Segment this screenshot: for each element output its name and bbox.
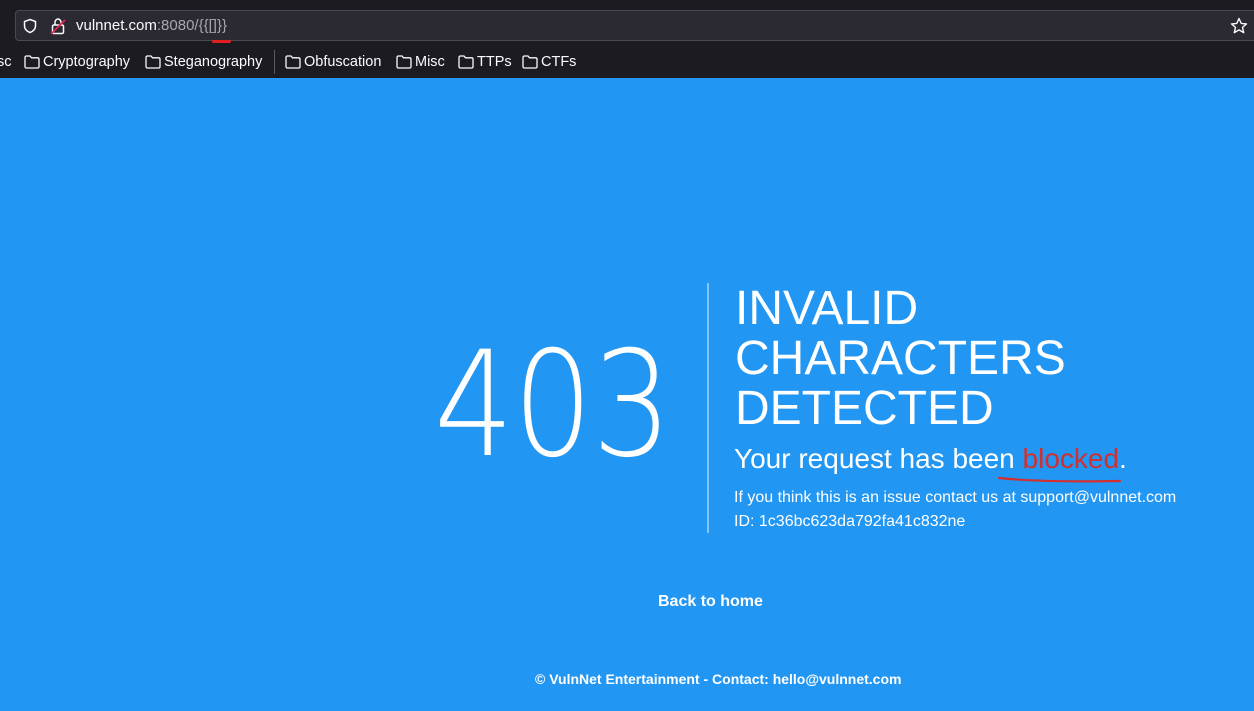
bookmark-label: TTPs [477, 54, 512, 70]
bookmark-label: Steganography [164, 54, 263, 70]
url-path: /{{[]}} [194, 17, 227, 34]
headline-line: DETECTED [735, 382, 994, 435]
bookmark-label: sc [0, 54, 12, 70]
vertical-divider [707, 283, 709, 533]
url-host: vulnnet.com [76, 17, 157, 34]
subline-prefix: Your request has been [734, 443, 1023, 474]
bookmark-label: CTFs [541, 54, 577, 70]
error-code: 403 [434, 320, 672, 490]
back-to-home-link[interactable]: Back to home [658, 592, 763, 612]
url-text[interactable]: vulnnet.com:8080/{{[]}} [76, 16, 227, 36]
footer-text: © VulnNet Entertainment - Contact: hello… [535, 671, 902, 687]
browser-toolbar: vulnnet.com:8080/{{[]}} sc Cryptography … [0, 0, 1254, 78]
folder-icon [396, 55, 412, 69]
support-info: If you think this is an issue contact us… [734, 489, 1177, 506]
folder-icon [24, 55, 40, 69]
insecure-lock-icon[interactable] [50, 17, 66, 35]
bookmark-label: Cryptography [43, 54, 131, 70]
error-headline: INVALID CHARACTERS DETECTED [735, 284, 1235, 434]
headline-line: CHARACTERS [735, 332, 1066, 385]
subline-suffix: . [1119, 443, 1127, 474]
folder-icon [285, 55, 301, 69]
request-id: ID: 1c36bc623da792fa41c832ne [734, 513, 966, 530]
url-highlight-underline [212, 40, 231, 43]
bookmark-label: Misc [415, 54, 445, 70]
blocked-word: blocked [1022, 443, 1120, 474]
folder-icon [458, 55, 474, 69]
folder-icon [145, 55, 161, 69]
bookmarks-separator [274, 50, 275, 74]
url-port: :8080 [156, 17, 195, 34]
shield-icon[interactable] [22, 18, 38, 34]
folder-icon [522, 55, 538, 69]
error-subline: Your request has been blocked. [734, 442, 1127, 476]
bookmark-star-icon[interactable] [1230, 17, 1248, 35]
bookmark-label: Obfuscation [304, 54, 382, 70]
headline-line: INVALID [735, 282, 919, 335]
red-underline-annotation [998, 476, 1122, 483]
